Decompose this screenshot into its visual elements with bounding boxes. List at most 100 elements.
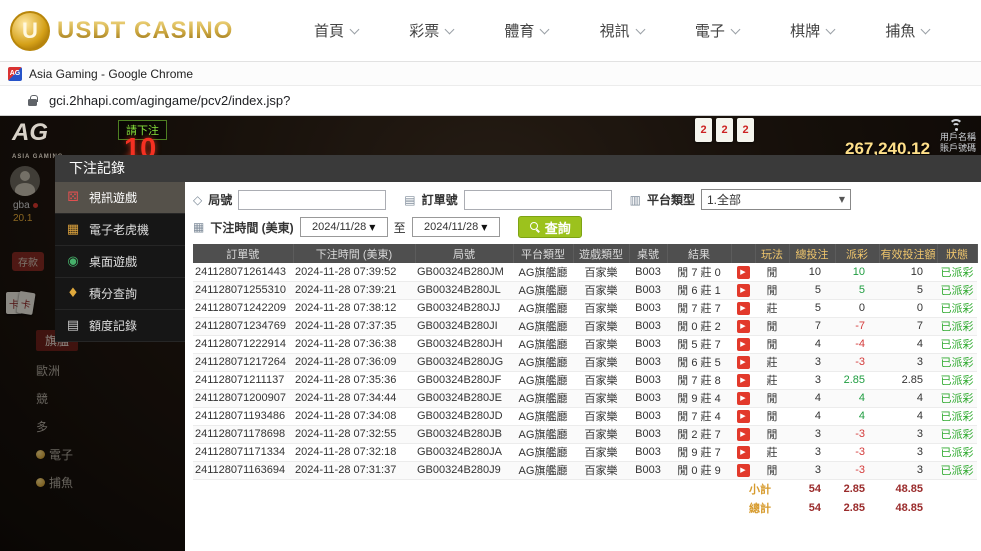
nav-item-6[interactable]: 棋牌 [790, 20, 834, 41]
subtotal-payout: 2.85 [835, 479, 879, 498]
bet-row: 2411280712229142024-11-28 07:36:38GB0032… [193, 335, 977, 353]
round-label: 局號 [208, 191, 232, 208]
column-header: 派彩 [835, 244, 879, 263]
total-row: 總計 54 2.85 48.85 [193, 498, 977, 517]
total-bet: 54 [789, 498, 835, 517]
column-header [731, 244, 755, 263]
nav-item-3[interactable]: 體育 [504, 20, 548, 41]
replay-button[interactable]: ▶ [737, 464, 750, 477]
subtotal-label: 小計 [193, 479, 789, 498]
site-logo: U USDT CASINO [10, 11, 233, 51]
screen: U USDT CASINO 首頁彩票體育視訊電子棋牌捕魚 AG Asia Gam… [0, 0, 981, 551]
bet-row: 2411280712347692024-11-28 07:37:35GB0032… [193, 317, 977, 335]
subtotal-bet: 54 [789, 479, 835, 498]
replay-button[interactable]: ▶ [737, 392, 750, 405]
total-label: 總計 [193, 498, 789, 517]
site-nav: 首頁 彩票 體育 視訊 電子 棋牌 捕魚 [288, 20, 955, 41]
column-header: 結果 [667, 244, 731, 263]
bet-row: 2411280711713342024-11-28 07:32:18GB0032… [193, 443, 977, 461]
chevron-down-icon [540, 24, 550, 34]
order-icon: ▤ [404, 193, 415, 207]
bet-row: 2411280712553102024-11-28 07:39:21GB0032… [193, 281, 977, 299]
nav-item-1[interactable]: 首頁 [314, 20, 358, 41]
replay-button[interactable]: ▶ [737, 320, 750, 333]
bet-row: 2411280712614432024-11-28 07:39:52GB0032… [193, 263, 977, 281]
browser-viewport: gba 20.1 存款 卡 卡 旗艦歐洲競多電子捕魚 AG ASIA GAMIN… [0, 116, 981, 551]
menu-item-slot[interactable]: ▦電子老虎機 [55, 214, 185, 246]
bet-record-modal: 下注記錄 ⚄視訊遊戲▦電子老虎機◉桌面遊戲♦積分查詢▤額度記錄 ◇ 局號 ▤ 訂… [55, 155, 981, 551]
site-header: U USDT CASINO 首頁 彩票 體育 視訊 電子 棋牌 捕魚 [0, 0, 981, 62]
bet-row: 2411280712111372024-11-28 07:35:36GB0032… [193, 371, 977, 389]
bet-row: 2411280712009072024-11-28 07:34:44GB0032… [193, 389, 977, 407]
dice-icon: ⚄ [65, 190, 81, 205]
round-input[interactable] [238, 190, 386, 210]
replay-button[interactable]: ▶ [737, 284, 750, 297]
total-payout: 2.85 [835, 498, 879, 517]
subtotal-valid: 48.85 [879, 479, 937, 498]
filter-row-2: ▦ 下注時間 (美東) 2024/11/28 ▼ 至 2024/11/28 ▼ [193, 216, 977, 238]
column-header: 局號 [415, 244, 513, 263]
magnifier-icon [529, 221, 541, 233]
nav-item-2[interactable]: 彩票 [409, 20, 453, 41]
filter-row-1: ◇ 局號 ▤ 訂單號 ▥ 平台類型 1.全部 ▼ [193, 189, 977, 210]
modal-title: 下注記錄 [55, 155, 981, 182]
nav-item-4[interactable]: 視訊 [600, 20, 644, 41]
bet-table-body: 2411280712614432024-11-28 07:39:52GB0032… [193, 263, 977, 479]
menu-item-dice[interactable]: ⚄視訊遊戲 [55, 182, 185, 214]
order-label: 訂單號 [422, 191, 458, 208]
bet-row: 2411280711636942024-11-28 07:31:37GB0032… [193, 461, 977, 479]
replay-button[interactable]: ▶ [737, 446, 750, 459]
menu-item-points[interactable]: ♦積分查詢 [55, 278, 185, 310]
browser-urlbar[interactable]: gci.2hhapi.com/agingame/pcv2/index.jsp? [0, 86, 981, 116]
chevron-down-icon [445, 24, 455, 34]
bet-time-label: 下注時間 (美東) [210, 219, 293, 236]
replay-button[interactable]: ▶ [737, 374, 750, 387]
points-icon: ♦ [65, 286, 81, 301]
total-valid: 48.85 [879, 498, 937, 517]
calendar-icon: ▦ [193, 220, 204, 234]
slot-icon: ▦ [65, 222, 81, 237]
replay-button[interactable]: ▶ [737, 302, 750, 315]
replay-button[interactable]: ▶ [737, 356, 750, 369]
table-game-icon: ◉ [65, 254, 81, 269]
replay-button[interactable]: ▶ [737, 338, 750, 351]
lock-icon [28, 95, 38, 107]
chevron-down-icon [730, 24, 740, 34]
menu-item-table-game[interactable]: ◉桌面遊戲 [55, 246, 185, 278]
date-to-picker[interactable]: 2024/11/28 ▼ [412, 217, 500, 237]
caret-down-icon: ▼ [481, 223, 487, 232]
platform-label: 平台類型 [647, 191, 695, 208]
nav-item-5[interactable]: 電子 [695, 20, 739, 41]
column-header: 玩法 [755, 244, 789, 263]
platform-icon: ▥ [630, 193, 641, 207]
modal-side-menu: ⚄視訊遊戲▦電子老虎機◉桌面遊戲♦積分查詢▤額度記錄 [55, 182, 185, 551]
replay-button[interactable]: ▶ [737, 428, 750, 441]
brand-name: USDT CASINO [57, 17, 233, 45]
nav-item-7[interactable]: 捕魚 [885, 20, 929, 41]
column-header: 下注時間 (美東) [293, 244, 415, 263]
replay-button[interactable]: ▶ [737, 266, 750, 279]
bet-row: 2411280711934862024-11-28 07:34:08GB0032… [193, 407, 977, 425]
chevron-down-icon: ▼ [839, 195, 845, 204]
to-label: 至 [394, 219, 406, 236]
bet-row: 2411280711786982024-11-28 07:32:55GB0032… [193, 425, 977, 443]
asia-gaming-favicon: AG [8, 67, 22, 81]
chevron-down-icon [921, 24, 931, 34]
bet-row: 2411280712172642024-11-28 07:36:09GB0032… [193, 353, 977, 371]
search-button[interactable]: 查詢 [518, 216, 582, 238]
order-input[interactable] [464, 190, 612, 210]
menu-item-record[interactable]: ▤額度記錄 [55, 310, 185, 342]
url-text[interactable]: gci.2hhapi.com/agingame/pcv2/index.jsp? [49, 93, 290, 108]
replay-button[interactable]: ▶ [737, 410, 750, 423]
bet-table-head-row: 訂單號下注時間 (美東)局號平台類型遊戲類型桌號結果玩法總投注派彩有效投注額狀態 [193, 244, 977, 263]
platform-select[interactable]: 1.全部 ▼ [701, 189, 851, 210]
chevron-down-icon [635, 24, 645, 34]
bet-table: 訂單號下注時間 (美東)局號平台類型遊戲類型桌號結果玩法總投注派彩有效投注額狀態… [193, 244, 978, 517]
chevron-down-icon [826, 24, 836, 34]
record-icon: ▤ [65, 318, 81, 333]
column-header: 平台類型 [513, 244, 573, 263]
modal-content: ◇ 局號 ▤ 訂單號 ▥ 平台類型 1.全部 ▼ [185, 182, 981, 551]
date-from-picker[interactable]: 2024/11/28 ▼ [300, 217, 388, 237]
round-icon: ◇ [193, 193, 202, 207]
column-header: 訂單號 [193, 244, 293, 263]
